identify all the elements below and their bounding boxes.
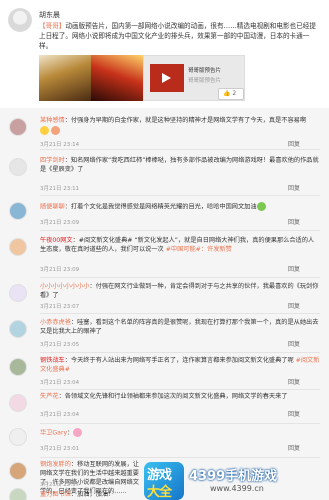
avatar[interactable] — [9, 284, 27, 302]
avatar[interactable] — [9, 202, 27, 220]
comment-text: 小赤赤虎爸：哇塞，看到这个名单的阵容真的是很赞呢，我现在打算打那个我第一个，真的… — [40, 319, 319, 335]
list-item: 四学剑时：知名网络作家“我吃西红柿”棒棒哒，独有多部作品被改编为网络游戏呀！最喜… — [0, 150, 329, 196]
watermark-url: www.4399.cn — [210, 484, 264, 493]
commenter-name[interactable]: 小赤赤虎爸 — [40, 319, 71, 326]
comment-time: 3月21日 23:09 — [40, 267, 80, 273]
hashtag[interactable]: #中国可能#：许发新赞 — [166, 246, 232, 253]
game-logo-icon: 游戏 大全 — [144, 462, 184, 500]
avatar[interactable] — [9, 488, 27, 500]
comment-time: 3月21日 23:04 — [40, 380, 80, 386]
reply-button[interactable]: 回复 — [288, 339, 300, 348]
video-title[interactable]: 哥哥版预告片 — [188, 66, 221, 74]
commenter-name[interactable]: 童力图书馆 — [40, 491, 71, 498]
commenter-name[interactable]: 华卫Gary — [40, 430, 67, 437]
comment-text: 随便聊聊：打着个文化是我觉得感觉是网络精英光耀的目光，哈哈中国网文加油 — [40, 202, 320, 212]
weibo-post: 胡东晨 【哥哥】动画版预告片，国内第一部网络小说改编的动画，很有……精选电视剧和… — [0, 0, 329, 107]
reply-button[interactable]: 回复 — [288, 377, 300, 386]
reply-button[interactable]: 回复 — [288, 443, 300, 452]
poster-avatar[interactable] — [8, 8, 32, 32]
reply-button[interactable]: 回复 — [288, 409, 300, 418]
comment-time: 3月21日 23:05 — [40, 342, 80, 348]
post-link[interactable]: 【哥哥】 — [39, 22, 65, 30]
watermark-brand: 4399手机游戏 — [189, 469, 278, 484]
commenter-name[interactable]: 小小小小小小小小 — [40, 283, 90, 290]
thumbs-up-icon: 👍 — [223, 90, 231, 97]
comment-time: 3月21日 23:11 — [40, 186, 80, 192]
comment-text: 童力图书馆：加油，加油！ — [40, 491, 115, 498]
list-item: 华卫Gary： 3月21日 23:01 回复 — [0, 424, 329, 458]
list-item: 钢铁战车：今天终于有人站出来为网络写手正名了，连作家算言都来参加阅文新文化盛典了… — [0, 354, 329, 390]
comment-text: 钢铁战车：今天终于有人站出来为网络写手正名了，连作家算言都来参加阅文新文化盛典了… — [40, 357, 320, 373]
post-body: 动画版预告片，国内第一部网络小说改编的动画，很有……精选电视剧和电影也已经提上日… — [39, 22, 316, 50]
like-count: 2 — [232, 90, 237, 97]
comment-time: 3月21日 23:14 — [40, 142, 80, 148]
reply-button[interactable]: 回复 — [288, 264, 300, 273]
laugh-emoji-icon — [51, 126, 60, 135]
comment-time: 3月21日 23:01 — [40, 446, 80, 452]
divider — [40, 230, 320, 231]
comment-time: 3月21日 22:57 — [40, 482, 80, 488]
video-subtitle: 哥哥版预告片 — [188, 78, 222, 84]
list-item: 小赤赤虎爸：哇塞，看到这个名单的阵容真的是很赞呢，我现在打算打那个我第一个，真的… — [0, 314, 329, 354]
commenter-name[interactable]: 四学剑时 — [40, 157, 65, 164]
commenter-name[interactable]: 失芦花 — [40, 393, 59, 400]
comment-text: 某种感情：付强身为早期的白金作家，就是这种坚持的精神才是网络文学有了今天，真是不… — [40, 116, 320, 136]
commenter-name[interactable]: 午夜00网文 — [40, 237, 73, 244]
poster-name[interactable]: 胡东晨 — [39, 10, 60, 20]
comment-time: 3月21日 23:09 — [40, 220, 80, 226]
reply-button[interactable]: 回复 — [288, 183, 300, 192]
post-text: 【哥哥】动画版预告片，国内第一部网络小说改编的动画，很有……精选电视剧和电影也已… — [39, 21, 322, 51]
comment-text: 四学剑时：知名网络作家“我吃西红柿”棒棒哒，独有多部作品被改编为网络游戏呀！最喜… — [40, 157, 319, 173]
list-item: 失芦花：各领域文化先锋和行业领袖都来参加这次的阅文新文化盛典，网络文学的春天来了… — [0, 390, 329, 424]
avatar[interactable] — [9, 320, 27, 338]
commenter-name[interactable]: 钢铁战车 — [40, 357, 65, 364]
avatar[interactable] — [9, 238, 27, 256]
emoji-icon — [73, 428, 83, 437]
video-thumbnail[interactable] — [150, 64, 184, 92]
comment-time: 3月21日 23:04 — [40, 412, 80, 418]
watermark-logo: 游戏 大全 4399手机游戏 www.4399.cn — [144, 462, 329, 500]
commenter-name[interactable]: 钢炮发胖的 — [40, 461, 71, 468]
avatar[interactable] — [9, 462, 27, 480]
weibo-page: 胡东晨 【哥哥】动画版预告片，国内第一部网络小说改编的动画，很有……精选电视剧和… — [0, 0, 329, 500]
commenter-name[interactable]: 随便聊聊 — [40, 204, 65, 211]
reply-button[interactable]: 回复 — [288, 139, 300, 148]
comment-time: 3月21日 23:07 — [40, 304, 80, 310]
commenter-name[interactable]: 某种感情 — [40, 117, 65, 124]
comment-text: 午夜00网文：#阅文新文化盛典# “新文化发起人”，就是自日网络大神们我，真的便… — [40, 237, 315, 253]
avatar[interactable] — [9, 118, 27, 136]
divider — [40, 352, 320, 353]
comment-text: 华卫Gary： — [40, 428, 320, 438]
avatar[interactable] — [9, 358, 27, 376]
comment-text: 失芦花：各领域文化先锋和行业领袖都来参加这次的阅文新文化盛典，网络文学的春天来了 — [40, 393, 288, 400]
comment-text: 小小小小小小小小：付强在网文行业做到一种，肯定会得到对于与之共享的伙伴，我最喜欢… — [40, 283, 319, 299]
list-item: 某种感情：付强身为早期的白金作家，就是这种坚持的精神才是网络文学有了今天，真是不… — [0, 110, 329, 150]
post-image-2[interactable] — [91, 55, 143, 101]
list-item: 随便聊聊：打着个文化是我觉得感觉是网络精英光耀的目光，哈哈中国网文加油 3月21… — [0, 196, 329, 232]
reply-button[interactable]: 回复 — [288, 217, 300, 226]
reply-button[interactable]: 回复 — [288, 301, 300, 310]
like-button[interactable]: 👍 2 — [218, 88, 244, 100]
smile-emoji-icon — [40, 126, 49, 135]
list-item: 小小小小小小小小：付强在网文行业做到一种，肯定会得到对于与之共享的伙伴，我最喜欢… — [0, 278, 329, 314]
post-image-1[interactable] — [39, 55, 91, 101]
emoji-icon — [256, 202, 266, 211]
comment-list: 某种感情：付强身为早期的白金作家，就是这种坚持的精神才是网络文学有了今天，真是不… — [0, 108, 329, 500]
avatar[interactable] — [9, 158, 27, 176]
list-item: 午夜00网文：#阅文新文化盛典# “新文化发起人”，就是自日网络大神们我，真的便… — [0, 232, 329, 278]
avatar[interactable] — [9, 394, 27, 412]
play-icon[interactable] — [162, 73, 171, 83]
avatar[interactable] — [9, 428, 27, 446]
